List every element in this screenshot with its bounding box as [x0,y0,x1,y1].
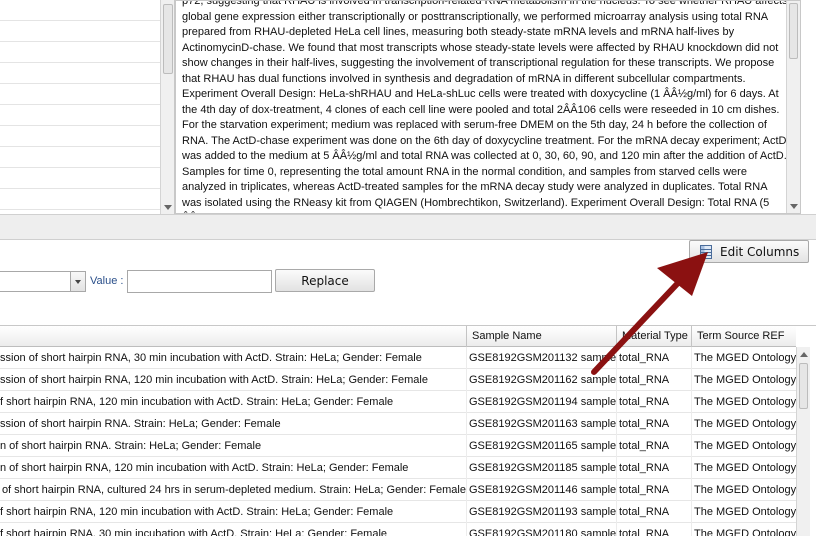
scrollbar-thumb[interactable] [799,363,808,409]
table-row[interactable]: ssion of short hairpin RNA, 30 min incub… [0,347,796,369]
cell-material-type[interactable]: total_RNA [616,347,691,369]
list-row[interactable] [0,84,174,105]
scroll-down-arrow-icon[interactable] [790,204,798,209]
column-header-sample-name[interactable]: Sample Name [466,326,616,347]
scroll-up-arrow-icon[interactable] [800,352,808,357]
replace-button[interactable]: Replace [275,269,375,292]
scrollbar-thumb[interactable] [789,3,798,59]
cell-term-source-ref[interactable]: The MGED Ontology [691,369,796,391]
column-header-material-type[interactable]: Material Type [616,326,691,347]
cell-material-type[interactable]: total_RNA [616,523,691,536]
column-select[interactable] [0,271,86,292]
cell-material-type[interactable]: total_RNA [616,457,691,479]
cell-term-source-ref[interactable]: The MGED Ontology [691,501,796,523]
cell-description[interactable]: ssion of short hairpin RNA, 120 min incu… [0,369,466,391]
cell-sample-name[interactable]: GSE8192GSM201180 sample [466,523,616,536]
cell-material-type[interactable]: total_RNA [616,369,691,391]
cell-term-source-ref[interactable]: The MGED Ontology [691,479,796,501]
cell-description[interactable]: f short hairpin RNA, 120 min incubation … [0,501,466,523]
edit-columns-button[interactable]: Edit Columns [689,240,809,263]
cell-material-type[interactable]: total_RNA [616,501,691,523]
cell-term-source-ref[interactable]: The MGED Ontology [691,523,796,536]
table-columns-icon [700,244,712,259]
table-row[interactable]: n of short hairpin RNA, cultured 24 hrs … [0,479,796,501]
list-row[interactable] [0,105,174,126]
list-row[interactable] [0,63,174,84]
table-row[interactable]: n of short hairpin RNA. Strain: HeLa; Ge… [0,435,796,457]
chevron-down-icon[interactable] [70,272,85,291]
cell-material-type[interactable]: total_RNA [616,435,691,457]
value-input[interactable] [127,270,272,293]
table-body: ssion of short hairpin RNA, 30 min incub… [0,347,796,536]
scroll-down-arrow-icon[interactable] [164,205,172,210]
table-header: Sample Name Material Type Term Source RE… [0,326,796,347]
cell-description[interactable]: f short hairpin RNA, 120 min incubation … [0,391,466,413]
cell-sample-name[interactable]: GSE8192GSM201165 sample [466,435,616,457]
experiment-description-text: p72, suggesting that RHAU is involved in… [182,0,788,213]
cell-sample-name[interactable]: GSE8192GSM201194 sample [466,391,616,413]
cell-sample-name[interactable]: GSE8192GSM201193 sample [466,501,616,523]
list-row[interactable] [0,21,174,42]
cell-term-source-ref[interactable]: The MGED Ontology [691,391,796,413]
cell-description[interactable]: n of short hairpin RNA, 120 min incubati… [0,457,466,479]
panel-splitter[interactable] [0,214,816,240]
cell-description[interactable]: ssion of short hairpin RNA. Strain: HeLa… [0,413,466,435]
list-row[interactable] [0,189,174,210]
cell-sample-name[interactable]: GSE8192GSM201162 sample [466,369,616,391]
list-row[interactable] [0,168,174,189]
column-header-term-source-ref[interactable]: Term Source REF [691,326,796,347]
table-scrollbar[interactable] [796,347,810,536]
samples-table: Sample Name Material Type Term Source RE… [0,326,816,536]
table-row[interactable]: f short hairpin RNA, 30 min incubation w… [0,523,796,536]
table-row[interactable]: ssion of short hairpin RNA. Strain: HeLa… [0,413,796,435]
left-list-scrollbar[interactable] [160,0,174,214]
cell-description[interactable]: n of short hairpin RNA. Strain: HeLa; Ge… [0,435,466,457]
cell-term-source-ref[interactable]: The MGED Ontology [691,413,796,435]
value-label: Value : [90,275,124,287]
cell-term-source-ref[interactable]: The MGED Ontology [691,435,796,457]
cell-description[interactable]: ssion of short hairpin RNA, 30 min incub… [0,347,466,369]
cell-material-type[interactable]: total_RNA [616,391,691,413]
list-row[interactable] [0,0,174,21]
left-list-panel [0,0,175,214]
list-row[interactable] [0,126,174,147]
cell-sample-name[interactable]: GSE8192GSM201163 sample [466,413,616,435]
cell-description[interactable]: f short hairpin RNA, 30 min incubation w… [0,523,466,536]
table-row[interactable]: f short hairpin RNA, 120 min incubation … [0,501,796,523]
scrollbar-thumb[interactable] [163,4,173,74]
list-row[interactable] [0,42,174,63]
table-row[interactable]: n of short hairpin RNA, 120 min incubati… [0,457,796,479]
edit-columns-label: Edit Columns [720,244,800,259]
column-header-description[interactable] [0,326,466,347]
cell-sample-name[interactable]: GSE8192GSM201132 sample [466,347,616,369]
cell-material-type[interactable]: total_RNA [616,479,691,501]
table-row[interactable]: ssion of short hairpin RNA, 120 min incu… [0,369,796,391]
table-row[interactable]: f short hairpin RNA, 120 min incubation … [0,391,796,413]
list-row[interactable] [0,147,174,168]
cell-material-type[interactable]: total_RNA [616,413,691,435]
cell-description[interactable]: n of short hairpin RNA, cultured 24 hrs … [0,479,466,501]
description-scrollbar[interactable] [786,1,800,213]
experiment-description-textarea[interactable]: p72, suggesting that RHAU is involved in… [175,0,801,214]
cell-term-source-ref[interactable]: The MGED Ontology [691,457,796,479]
cell-sample-name[interactable]: GSE8192GSM201146 sample [466,479,616,501]
cell-term-source-ref[interactable]: The MGED Ontology [691,347,796,369]
cell-sample-name[interactable]: GSE8192GSM201185 sample [466,457,616,479]
